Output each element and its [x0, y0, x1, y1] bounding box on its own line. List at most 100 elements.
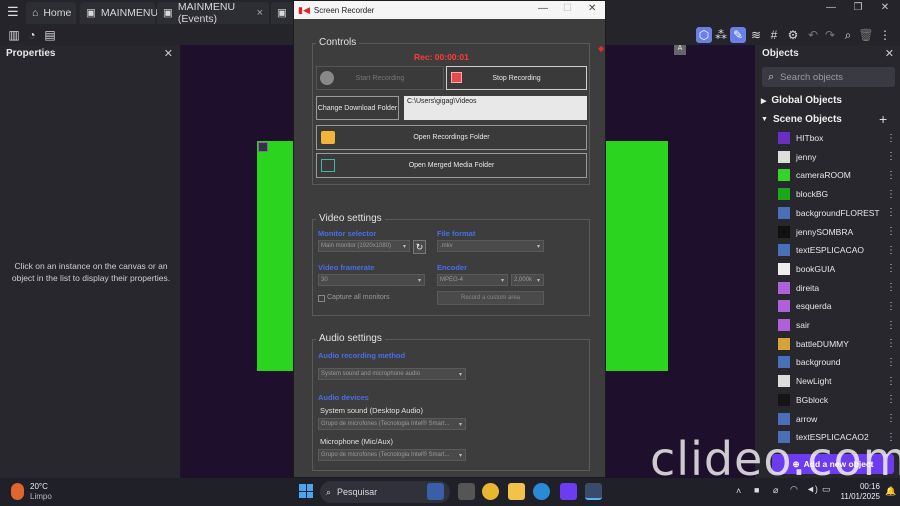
- mic-muted-icon[interactable]: ⌀: [773, 485, 778, 496]
- object-list-item[interactable]: jenny ⋮: [778, 149, 898, 165]
- audio-method-dropdown[interactable]: System sound and microphone audio ▾: [318, 368, 466, 380]
- more-options-icon[interactable]: ⋮: [886, 357, 896, 368]
- object-list-item[interactable]: direita ⋮: [778, 280, 898, 296]
- object-list-item[interactable]: NewLight ⋮: [778, 373, 898, 389]
- tray-app-icon[interactable]: ■: [754, 485, 759, 495]
- open-recordings-folder-button[interactable]: Open Recordings Folder: [316, 125, 587, 150]
- more-options-icon[interactable]: ⋮: [886, 189, 896, 200]
- video-framerate-label: Video framerate: [318, 263, 375, 272]
- notification-icon[interactable]: 🔔: [885, 486, 896, 497]
- settings-icon[interactable]: ⚙: [785, 27, 801, 43]
- windows-start-icon[interactable]: [299, 484, 313, 498]
- more-options-icon[interactable]: ⋮: [886, 413, 896, 424]
- task-view-icon[interactable]: [458, 483, 475, 500]
- maximize-icon[interactable]: ☐: [563, 3, 572, 14]
- open-merged-media-folder-button[interactable]: Open Merged Media Folder: [316, 153, 587, 178]
- object-list-item[interactable]: jennySOMBRA ⋮: [778, 224, 898, 240]
- more-options-icon[interactable]: ⋮: [886, 301, 896, 312]
- object-list-item[interactable]: background ⋮: [778, 354, 898, 370]
- system-sound-dropdown[interactable]: Grupo de microfones (Tecnologia Intel® S…: [318, 418, 466, 430]
- panels-icon[interactable]: ▥: [6, 27, 22, 43]
- more-options-icon[interactable]: ⋮: [886, 263, 896, 274]
- object-list-item[interactable]: battleDUMMY ⋮: [778, 336, 898, 352]
- menu-icon[interactable]: ☰: [7, 4, 19, 20]
- layers-icon[interactable]: ≋: [748, 27, 764, 43]
- clock-date[interactable]: 11/01/2025: [835, 492, 880, 501]
- minimize-icon[interactable]: —: [818, 0, 844, 15]
- more-options-icon[interactable]: ⋮: [886, 282, 896, 293]
- object-list-item[interactable]: blockBG ⋮: [778, 186, 898, 202]
- object-list-item[interactable]: bookGUIA ⋮: [778, 261, 898, 277]
- battery-icon[interactable]: ▭: [822, 484, 831, 495]
- jenny-instance-icon[interactable]: [258, 142, 268, 152]
- chrome-icon[interactable]: [482, 483, 499, 500]
- more-options-icon[interactable]: ⋮: [886, 376, 896, 387]
- tab-extra[interactable]: ▣: [271, 2, 293, 24]
- framerate-dropdown[interactable]: 30 ▾: [318, 274, 425, 286]
- close-icon[interactable]: ✕: [164, 47, 173, 60]
- zoom-icon[interactable]: ⌕: [840, 27, 856, 43]
- folder-path-field[interactable]: C:\Users\gigag\Videos: [404, 96, 587, 120]
- close-icon[interactable]: ✕: [885, 47, 894, 60]
- object-list-item[interactable]: BGblock ⋮: [778, 392, 898, 408]
- object-list-item[interactable]: esquerda ⋮: [778, 298, 898, 314]
- volume-icon[interactable]: ◄): [806, 484, 818, 494]
- scene-objects-header[interactable]: ▼ Scene Objects: [761, 114, 842, 125]
- object-list-item[interactable]: HITbox ⋮: [778, 130, 898, 146]
- start-recording-button[interactable]: Start Recording: [316, 66, 444, 90]
- more-options-icon[interactable]: ⋮: [886, 226, 896, 237]
- file-format-dropdown[interactable]: .mkv ▾: [437, 240, 544, 252]
- encoder-dropdown[interactable]: MPEG-4 ▾: [437, 274, 508, 286]
- tab-home[interactable]: ⌂ Home: [26, 2, 76, 24]
- close-icon[interactable]: ✕: [588, 3, 596, 14]
- preview-icon[interactable]: ◔: [24, 27, 40, 43]
- capture-all-checkbox[interactable]: [318, 295, 325, 302]
- add-icon[interactable]: +: [879, 111, 887, 127]
- maximize-icon[interactable]: ❐: [845, 0, 871, 15]
- object-groups-icon[interactable]: ⁂: [713, 27, 729, 43]
- change-download-folder-button[interactable]: Change Download Folder: [316, 96, 399, 120]
- tab-mainmenu-events[interactable]: ▣ MAINMENU (Events) ×: [157, 1, 269, 25]
- more-options-icon[interactable]: ⋮: [886, 207, 896, 218]
- grid-icon[interactable]: #: [766, 27, 782, 43]
- more-options-icon[interactable]: ⋮: [886, 245, 896, 256]
- gdevelop-icon[interactable]: [560, 483, 577, 500]
- more-options-icon[interactable]: ⋮: [886, 320, 896, 331]
- more-options-icon[interactable]: ⋮: [886, 170, 896, 181]
- close-icon[interactable]: ×: [257, 7, 263, 19]
- chevron-up-icon[interactable]: ˄: [736, 486, 741, 496]
- screen-recorder-taskbar-icon[interactable]: [585, 483, 602, 500]
- object-list-item[interactable]: textESPLICACAO ⋮: [778, 242, 898, 258]
- delete-icon[interactable]: 🗑: [858, 27, 874, 43]
- minimize-icon[interactable]: —: [538, 3, 548, 14]
- object-icon[interactable]: ⬡: [696, 27, 712, 43]
- search-objects-input[interactable]: ⌕ Search objects: [762, 67, 895, 87]
- save-icon[interactable]: ▤: [42, 27, 58, 43]
- redo-icon[interactable]: ↷: [822, 27, 838, 43]
- object-list-item[interactable]: cameraROOM ⋮: [778, 167, 898, 183]
- edge-icon[interactable]: [533, 483, 550, 500]
- bitrate-dropdown[interactable]: 2,000k ▾: [511, 274, 544, 286]
- more-options-icon[interactable]: ⋮: [886, 338, 896, 349]
- record-custom-area-button[interactable]: Record a custom area: [437, 291, 544, 305]
- object-list-item[interactable]: backgroundFLOREST ⋮: [778, 205, 898, 221]
- wifi-icon[interactable]: ◠: [790, 484, 798, 495]
- more-options-icon[interactable]: ⋮: [886, 133, 896, 144]
- window-close-icon[interactable]: ✕: [872, 0, 898, 15]
- file-explorer-icon[interactable]: [508, 483, 525, 500]
- global-objects-header[interactable]: ▶ Global Objects: [761, 95, 842, 106]
- edit-icon[interactable]: ✎: [730, 27, 746, 43]
- refresh-icon[interactable]: ↻: [413, 240, 426, 254]
- mic-dropdown[interactable]: Grupo de microfones (Tecnologia Intel® S…: [318, 449, 466, 461]
- more-options-icon[interactable]: ⋮: [886, 394, 896, 405]
- object-list-item[interactable]: sair ⋮: [778, 317, 898, 333]
- object-list-item[interactable]: arrow ⋮: [778, 411, 898, 427]
- stop-recording-button[interactable]: Stop Recording: [446, 66, 587, 90]
- undo-icon[interactable]: ↶: [805, 27, 821, 43]
- widgets-icon[interactable]: [427, 483, 444, 500]
- more-icon[interactable]: ⋮: [877, 27, 893, 43]
- clock-time[interactable]: 00:16: [853, 482, 880, 491]
- more-options-icon[interactable]: ⋮: [886, 151, 896, 162]
- monitor-selector-dropdown[interactable]: Main monitor (1920x1080) ▾: [318, 240, 410, 252]
- tab-mainmenu[interactable]: ▣ MAINMENU ×: [80, 2, 176, 24]
